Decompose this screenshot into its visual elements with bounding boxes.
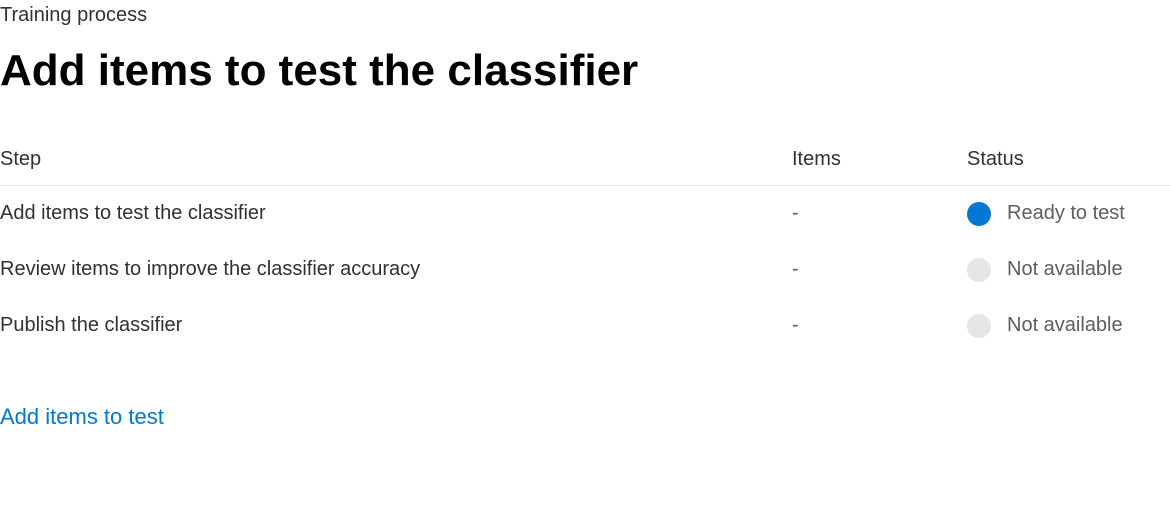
- status-dot-icon: [967, 258, 991, 282]
- table-row: Add items to test the classifier - Ready…: [0, 186, 1170, 242]
- column-header-items: Items: [792, 148, 967, 171]
- status-cell: Not available: [967, 314, 1170, 338]
- status-text: Not available: [1007, 258, 1123, 281]
- column-header-step: Step: [0, 148, 792, 171]
- step-label: Publish the classifier: [0, 314, 792, 337]
- items-value: -: [792, 202, 967, 225]
- status-dot-icon: [967, 202, 991, 226]
- table-row: Publish the classifier - Not available: [0, 298, 1170, 354]
- status-text: Not available: [1007, 314, 1123, 337]
- step-label: Add items to test the classifier: [0, 202, 792, 225]
- table-header: Step Items Status: [0, 148, 1170, 186]
- items-value: -: [792, 258, 967, 281]
- status-cell: Ready to test: [967, 202, 1170, 226]
- breadcrumb: Training process: [0, 0, 1170, 27]
- status-cell: Not available: [967, 258, 1170, 282]
- items-value: -: [792, 314, 967, 337]
- table-row: Review items to improve the classifier a…: [0, 242, 1170, 298]
- status-text: Ready to test: [1007, 202, 1125, 225]
- step-label: Review items to improve the classifier a…: [0, 258, 792, 281]
- status-dot-icon: [967, 314, 991, 338]
- column-header-status: Status: [967, 148, 1170, 171]
- page-title: Add items to test the classifier: [0, 45, 1170, 98]
- add-items-to-test-link[interactable]: Add items to test: [0, 404, 164, 430]
